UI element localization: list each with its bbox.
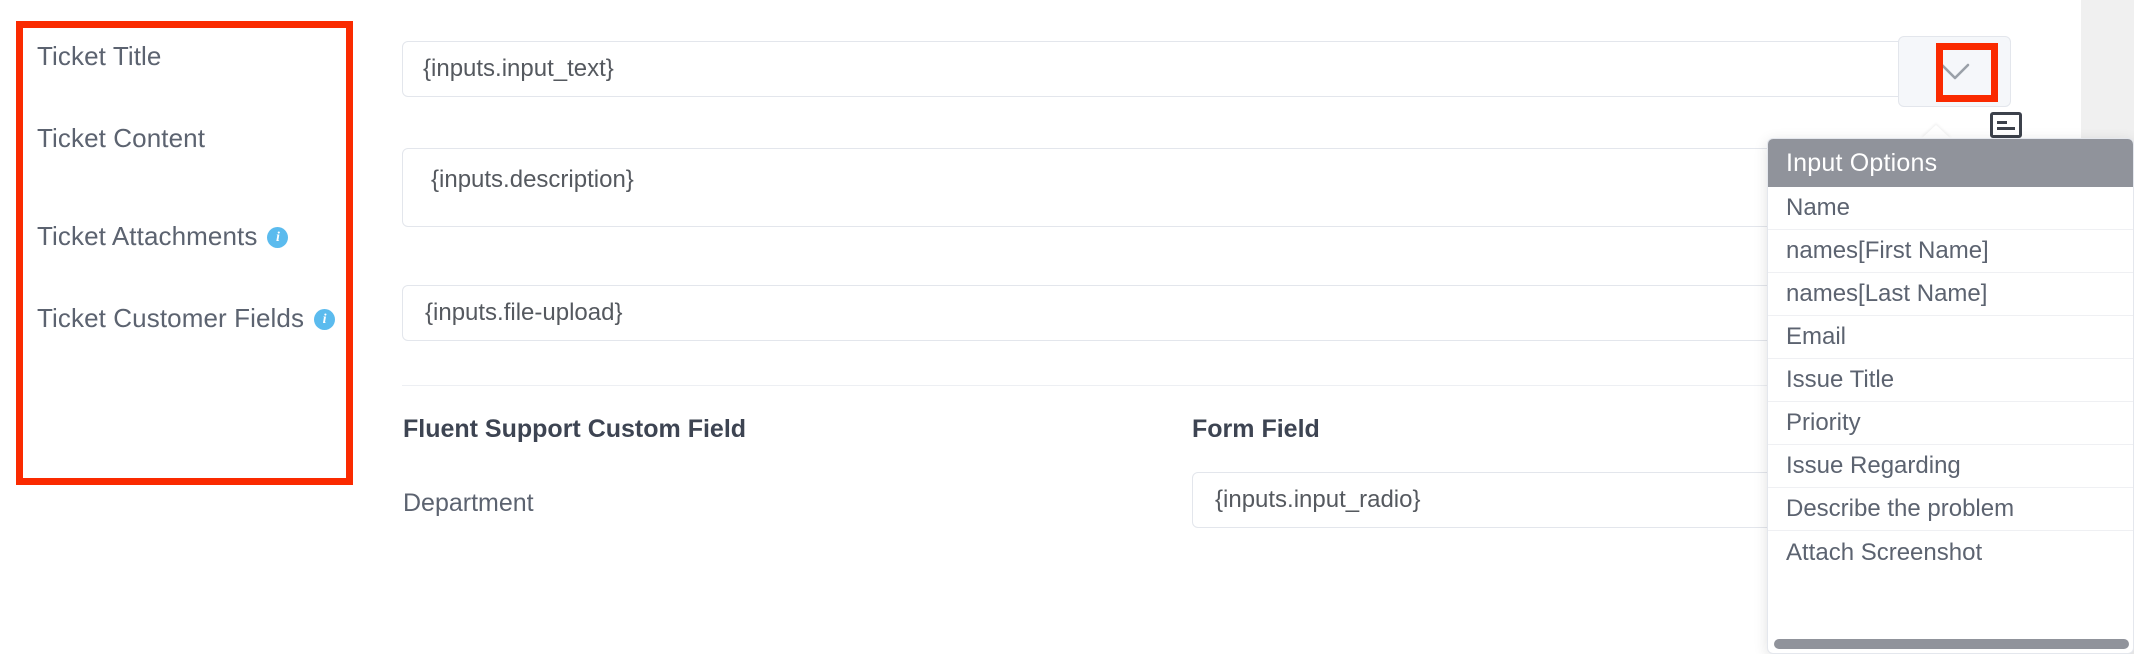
label-ticket-attachments-text: Ticket Attachments [37,221,258,251]
dropdown-item-issue-regarding[interactable]: Issue Regarding [1768,445,2133,488]
dropdown-item-names-last-name[interactable]: names[Last Name] [1768,273,2133,316]
dropdown-horizontal-scrollbar[interactable] [1774,639,2129,649]
dropdown-pointer-arrow [1921,125,1951,139]
label-ticket-title: Ticket Title [37,41,161,72]
field-label-column: Ticket Title Ticket Content Ticket Attac… [0,0,380,654]
input-options-dropdown: Input Options Name names[First Name] nam… [1767,138,2134,654]
dropdown-item-names-first-name[interactable]: names[First Name] [1768,230,2133,273]
cell-custom-field-department: Department [403,489,534,517]
ticket-content-value: {inputs.description} [431,166,634,193]
dropdown-item-email[interactable]: Email [1768,316,2133,359]
table-row: Department [403,489,534,518]
dropdown-item-describe-the-problem[interactable]: Describe the problem [1768,488,2133,531]
ticket-title-value: {inputs.input_text} [423,55,614,82]
info-icon[interactable]: i [314,309,336,330]
dropdown-option-list: Name names[First Name] names[Last Name] … [1768,187,2133,574]
input-options-dropdown-toggle[interactable] [1898,36,2011,107]
dropdown-item-priority[interactable]: Priority [1768,402,2133,445]
label-ticket-customer-fields-text: Ticket Customer Fields [37,303,305,333]
dropdown-item-name[interactable]: Name [1768,187,2133,230]
form-list-icon-line [1997,126,2015,130]
info-icon[interactable]: i [267,227,289,248]
custom-field-mapping-value: {inputs.input_radio} [1215,486,1421,513]
table-header-form-field: Form Field [1192,415,1320,443]
form-list-icon-line [1997,120,2007,124]
label-ticket-customer-fields: Ticket Customer Fields i [37,303,336,334]
screenshot-root: Ticket Title Ticket Content Ticket Attac… [0,0,2134,654]
dropdown-item-attach-screenshot[interactable]: Attach Screenshot [1768,531,2133,574]
table-header-custom-field: Fluent Support Custom Field [403,415,747,443]
label-ticket-attachments: Ticket Attachments i [37,221,289,252]
ticket-title-input[interactable]: {inputs.input_text} [402,41,1980,97]
label-ticket-content: Ticket Content [37,123,205,154]
label-ticket-title-text: Ticket Title [37,41,162,71]
dropdown-title: Input Options [1768,139,2133,187]
dropdown-item-issue-title[interactable]: Issue Title [1768,359,2133,402]
chevron-down-icon [1940,63,1970,81]
ticket-attachments-value: {inputs.file-upload} [425,299,623,326]
label-ticket-content-text: Ticket Content [37,123,206,153]
form-list-icon[interactable] [1990,112,2022,138]
